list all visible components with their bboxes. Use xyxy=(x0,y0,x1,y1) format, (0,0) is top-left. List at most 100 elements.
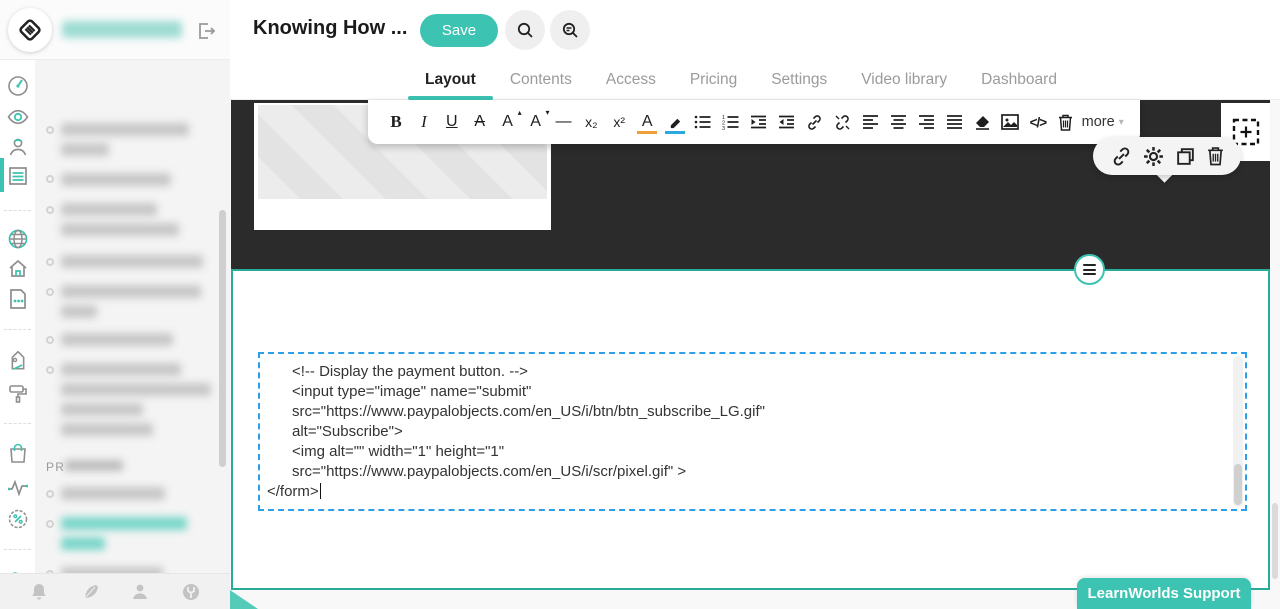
rail-divider xyxy=(4,423,31,424)
ordered-list-icon[interactable]: 123 xyxy=(719,109,743,135)
person-icon[interactable] xyxy=(130,582,150,602)
unordered-list-icon[interactable] xyxy=(691,109,715,135)
save-button[interactable]: Save xyxy=(420,14,498,47)
element-toolbar xyxy=(1093,137,1241,175)
rail-divider xyxy=(4,210,31,211)
pages-icon[interactable] xyxy=(6,164,30,188)
align-right-icon[interactable] xyxy=(914,109,938,135)
code-icon[interactable]: </> xyxy=(1026,109,1050,135)
element-scrollbar-thumb[interactable] xyxy=(1234,464,1242,505)
duplicate-icon[interactable] xyxy=(1175,146,1196,167)
wrench-icon[interactable] xyxy=(181,582,201,602)
font-color-icon[interactable]: A xyxy=(635,109,659,135)
blurred-item[interactable] xyxy=(61,223,179,236)
pulse-icon[interactable] xyxy=(6,476,30,500)
list-bullet xyxy=(46,258,54,266)
home-icon[interactable] xyxy=(6,257,30,281)
workspace-name-blurred xyxy=(62,21,182,38)
learnworlds-logo[interactable] xyxy=(8,8,52,52)
font-size-down-icon[interactable]: A ▾ xyxy=(524,108,549,135)
list-bullet xyxy=(46,490,54,498)
more-menu[interactable]: more ▾ xyxy=(1082,109,1124,135)
bold-icon[interactable]: B xyxy=(384,109,408,135)
discount-icon[interactable] xyxy=(6,507,30,531)
globe-icon[interactable] xyxy=(6,227,30,251)
italic-icon[interactable]: I xyxy=(412,109,436,135)
highlight-icon[interactable] xyxy=(663,109,687,135)
align-justify-icon[interactable] xyxy=(942,109,966,135)
link-icon[interactable] xyxy=(1111,146,1132,167)
tab-video-library[interactable]: Video library xyxy=(844,60,964,100)
subscript-icon[interactable]: x₂ xyxy=(579,109,603,135)
feather-icon[interactable] xyxy=(80,582,100,602)
tab-pricing[interactable]: Pricing xyxy=(673,60,754,100)
sidebar-scrollbar[interactable] xyxy=(219,210,226,467)
tag-icon[interactable] xyxy=(6,351,30,375)
image-icon[interactable] xyxy=(998,109,1022,135)
list-bullet xyxy=(46,288,54,296)
horizontal-rule-icon[interactable]: — xyxy=(551,109,575,135)
tab-contents[interactable]: Contents xyxy=(493,60,589,100)
blurred-item[interactable] xyxy=(61,305,97,318)
superscript-icon[interactable]: x² xyxy=(607,109,631,135)
bag-icon[interactable] xyxy=(6,441,30,465)
element-scrollbar[interactable] xyxy=(1233,356,1243,507)
list-bullet xyxy=(46,336,54,344)
blurred-item[interactable] xyxy=(61,487,165,500)
support-widget[interactable]: LearnWorlds Support xyxy=(1077,578,1251,609)
trash-icon[interactable] xyxy=(1054,109,1078,135)
font-size-up-icon[interactable]: A ▴ xyxy=(496,108,521,135)
tab-access[interactable]: Access xyxy=(589,60,673,100)
strikethrough-icon[interactable]: A xyxy=(468,109,492,135)
tab-settings[interactable]: Settings xyxy=(754,60,844,100)
paint-roller-icon[interactable] xyxy=(6,381,30,405)
exit-icon[interactable] xyxy=(194,19,218,43)
blurred-item-selected[interactable] xyxy=(61,517,187,530)
blurred-item[interactable] xyxy=(61,285,201,298)
blurred-item[interactable] xyxy=(61,403,143,416)
workspace-header xyxy=(0,0,230,60)
list-bullet xyxy=(46,520,54,528)
eye-icon[interactable] xyxy=(6,105,30,129)
search-icon[interactable] xyxy=(505,10,545,50)
text-format-toolbar: B I U A A ▴ A ▾ — x₂ x² A 123 </> more ▾ xyxy=(368,100,1140,144)
tab-dashboard[interactable]: Dashboard xyxy=(964,60,1074,100)
outdent-icon[interactable] xyxy=(775,109,799,135)
blurred-item[interactable] xyxy=(61,143,109,156)
blurred-item[interactable] xyxy=(61,255,203,268)
bell-icon[interactable] xyxy=(29,582,49,602)
dashboard-icon[interactable] xyxy=(6,74,30,98)
selected-page-section[interactable]: <!-- Display the payment button. --> <in… xyxy=(231,269,1270,590)
zoom-out-icon[interactable] xyxy=(550,10,590,50)
blurred-item-selected[interactable] xyxy=(61,537,105,550)
underline-icon[interactable]: U xyxy=(440,109,464,135)
course-tabs: Layout Contents Access Pricing Settings … xyxy=(230,60,1280,100)
eraser-icon[interactable] xyxy=(970,109,994,135)
rail-divider xyxy=(4,549,31,550)
gear-icon[interactable] xyxy=(1143,146,1164,167)
sidebar-course-list: PR ENROLLMENT CLOSED xyxy=(35,60,230,573)
document-icon[interactable] xyxy=(6,287,30,311)
user-icon[interactable] xyxy=(6,135,30,159)
rail-divider xyxy=(4,329,31,330)
link-icon[interactable] xyxy=(803,109,827,135)
blurred-item[interactable] xyxy=(61,123,189,136)
embedded-code-text[interactable]: <!-- Display the payment button. --> <in… xyxy=(260,354,1245,506)
blurred-item[interactable] xyxy=(61,383,211,396)
align-left-icon[interactable] xyxy=(858,109,882,135)
learnworlds-course-editor: PR ENROLLMENT CLOSED xyxy=(0,0,1280,609)
blurred-item[interactable] xyxy=(61,423,153,436)
section-header-pricing: PR xyxy=(46,460,124,474)
blurred-item[interactable] xyxy=(61,363,181,376)
align-center-icon[interactable] xyxy=(886,109,910,135)
section-menu-handle[interactable] xyxy=(1074,254,1105,285)
indent-icon[interactable] xyxy=(747,109,771,135)
page-scrollbar-thumb[interactable] xyxy=(1272,503,1278,579)
blurred-item[interactable] xyxy=(61,173,171,186)
unlink-icon[interactable] xyxy=(831,109,855,135)
blurred-item[interactable] xyxy=(61,203,157,216)
blurred-item[interactable] xyxy=(61,333,173,346)
tab-layout[interactable]: Layout xyxy=(408,60,493,100)
trash-icon[interactable] xyxy=(1207,146,1224,166)
selected-html-element[interactable]: <!-- Display the payment button. --> <in… xyxy=(258,352,1247,511)
